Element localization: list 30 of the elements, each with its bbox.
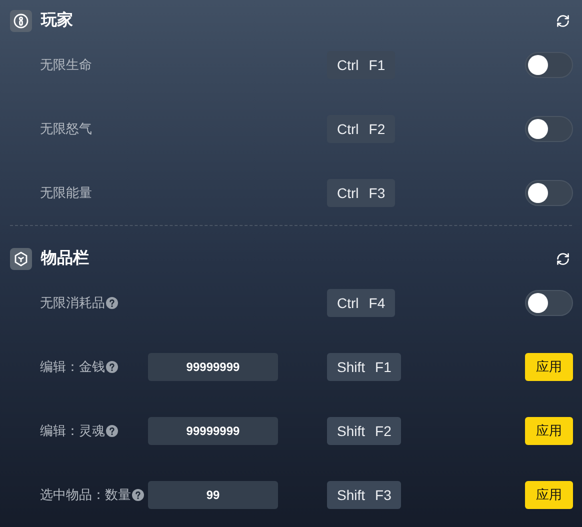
cube-icon (10, 248, 32, 270)
toggle-switch[interactable] (525, 290, 573, 316)
toggle-switch[interactable] (525, 52, 573, 78)
setting-label: 无限怒气 (40, 120, 92, 138)
setting-label: 无限生命 (40, 56, 92, 74)
section-title: 玩家 (41, 10, 73, 31)
value-field[interactable]: 99999999 (148, 417, 278, 445)
person-icon (10, 10, 32, 32)
hotkey: Ctrl F3 (327, 179, 396, 207)
setting-label: 选中物品：数量 (40, 486, 131, 504)
hotkey: Shift F3 (327, 481, 402, 509)
apply-button[interactable]: 应用 (525, 417, 573, 445)
value-field[interactable]: 99999999 (148, 353, 278, 381)
value-field[interactable]: 99 (148, 481, 278, 509)
hotkey: Ctrl F2 (327, 115, 396, 143)
hotkey: Ctrl F4 (327, 289, 396, 317)
setting-label: 编辑：灵魂 (40, 422, 105, 440)
hotkey: Ctrl F1 (327, 51, 396, 79)
apply-button[interactable]: 应用 (525, 481, 573, 509)
toggle-switch[interactable] (525, 116, 573, 142)
hotkey: Shift F1 (327, 353, 402, 381)
setting-label: 无限消耗品 (40, 294, 105, 312)
apply-button[interactable]: 应用 (525, 353, 573, 381)
setting-label: 无限能量 (40, 184, 92, 202)
setting-label: 编辑：金钱 (40, 358, 105, 376)
refresh-icon[interactable] (556, 252, 570, 266)
refresh-icon[interactable] (556, 14, 570, 28)
hotkey: Shift F2 (327, 417, 402, 445)
toggle-switch[interactable] (525, 180, 573, 206)
section-title: 物品栏 (41, 248, 89, 269)
